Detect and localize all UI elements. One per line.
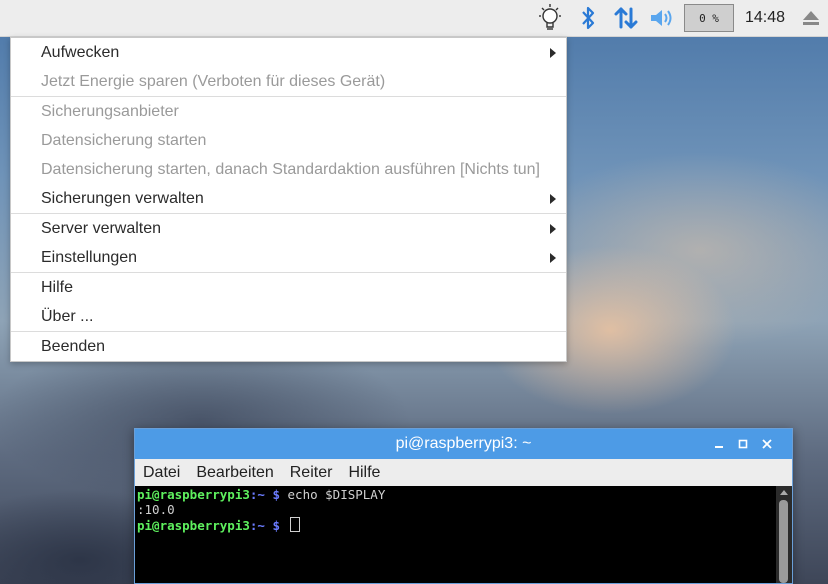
menu-item-label: Über ... xyxy=(41,308,94,325)
menu-item-label: Datensicherung starten, danach Standarda… xyxy=(41,161,540,178)
menu-hilfe[interactable]: Hilfe xyxy=(340,464,388,482)
menu-item-datensicherung-standardaktion: Datensicherung starten, danach Standarda… xyxy=(11,155,566,184)
submenu-arrow-icon xyxy=(550,48,556,58)
menu-item-einstellungen[interactable]: Einstellungen xyxy=(11,243,566,272)
menu-reiter[interactable]: Reiter xyxy=(282,464,341,482)
prompt-path: :~ $ xyxy=(249,518,280,533)
menu-item-beenden[interactable]: Beenden xyxy=(11,332,566,361)
command-text xyxy=(280,518,288,533)
maximize-button[interactable] xyxy=(732,429,754,459)
command-text: echo $DISPLAY xyxy=(280,487,386,502)
scroll-up-icon[interactable] xyxy=(780,490,788,495)
menu-item-label: Aufwecken xyxy=(41,44,120,61)
text-cursor xyxy=(289,517,300,532)
clock[interactable]: 14:48 xyxy=(740,0,790,36)
console-output: :10.0 xyxy=(137,501,175,517)
menu-item-label: Einstellungen xyxy=(41,249,138,266)
close-button[interactable] xyxy=(756,429,778,459)
submenu-arrow-icon xyxy=(550,224,556,234)
menu-item-label: Jetzt Energie sparen (Verboten für diese… xyxy=(41,73,386,90)
terminal-console[interactable]: pi@raspberrypi3:~ $ echo $DISPLAY :10.0 … xyxy=(135,486,778,583)
menu-item-aufwecken[interactable]: Aufwecken xyxy=(11,38,566,67)
menu-item-energie-sparen: Jetzt Energie sparen (Verboten für diese… xyxy=(11,67,566,96)
menu-item-sicherungsanbieter: Sicherungsanbieter xyxy=(11,97,566,126)
menu-item-sicherungen-verwalten[interactable]: Sicherungen verwalten xyxy=(11,184,566,213)
menu-item-datensicherung-starten: Datensicherung starten xyxy=(11,126,566,155)
menu-bearbeiten[interactable]: Bearbeiten xyxy=(188,464,281,482)
prompt-path: :~ $ xyxy=(249,487,280,502)
terminal-menubar: Datei Bearbeiten Reiter Hilfe xyxy=(135,459,792,486)
menu-item-label: Hilfe xyxy=(41,279,74,296)
console-line: pi@raspberrypi3:~ $ xyxy=(137,517,776,534)
lightbulb-icon[interactable] xyxy=(533,0,567,36)
menu-datei[interactable]: Datei xyxy=(135,464,188,482)
cpu-usage-label: 0 % xyxy=(699,11,719,25)
volume-icon[interactable] xyxy=(646,0,678,36)
menu-item-label: Sicherungsanbieter xyxy=(41,103,179,120)
context-menu: Aufwecken Jetzt Energie sparen (Verboten… xyxy=(10,37,567,362)
prompt-user: pi@raspberrypi3 xyxy=(137,518,250,533)
window-title: pi@raspberrypi3: ~ xyxy=(395,435,532,452)
terminal-scrollbar[interactable] xyxy=(776,486,792,583)
menu-item-label: Beenden xyxy=(41,338,106,355)
submenu-arrow-icon xyxy=(550,194,556,204)
window-titlebar[interactable]: pi@raspberrypi3: ~ xyxy=(135,429,792,459)
submenu-arrow-icon xyxy=(550,253,556,263)
menu-item-ueber[interactable]: Über ... xyxy=(11,302,566,331)
eject-icon[interactable] xyxy=(797,0,825,36)
bluetooth-icon[interactable] xyxy=(574,0,602,36)
top-panel: 0 % 14:48 xyxy=(0,0,828,37)
menu-item-server-verwalten[interactable]: Server verwalten xyxy=(11,214,566,243)
terminal-window[interactable]: pi@raspberrypi3: ~ Datei Bearbeiten Reit… xyxy=(134,428,793,584)
menu-item-label: Server verwalten xyxy=(41,220,162,237)
scrollbar-thumb[interactable] xyxy=(779,500,788,583)
cpu-monitor[interactable]: 0 % xyxy=(684,4,734,32)
menu-item-label: Datensicherung starten xyxy=(41,132,207,149)
network-arrows-icon[interactable] xyxy=(610,0,642,36)
minimize-button[interactable] xyxy=(708,429,730,459)
prompt-user: pi@raspberrypi3 xyxy=(137,487,250,502)
menu-item-label: Sicherungen verwalten xyxy=(41,190,204,207)
menu-item-hilfe[interactable]: Hilfe xyxy=(11,273,566,302)
console-line: pi@raspberrypi3:~ $ echo $DISPLAY xyxy=(137,487,776,503)
